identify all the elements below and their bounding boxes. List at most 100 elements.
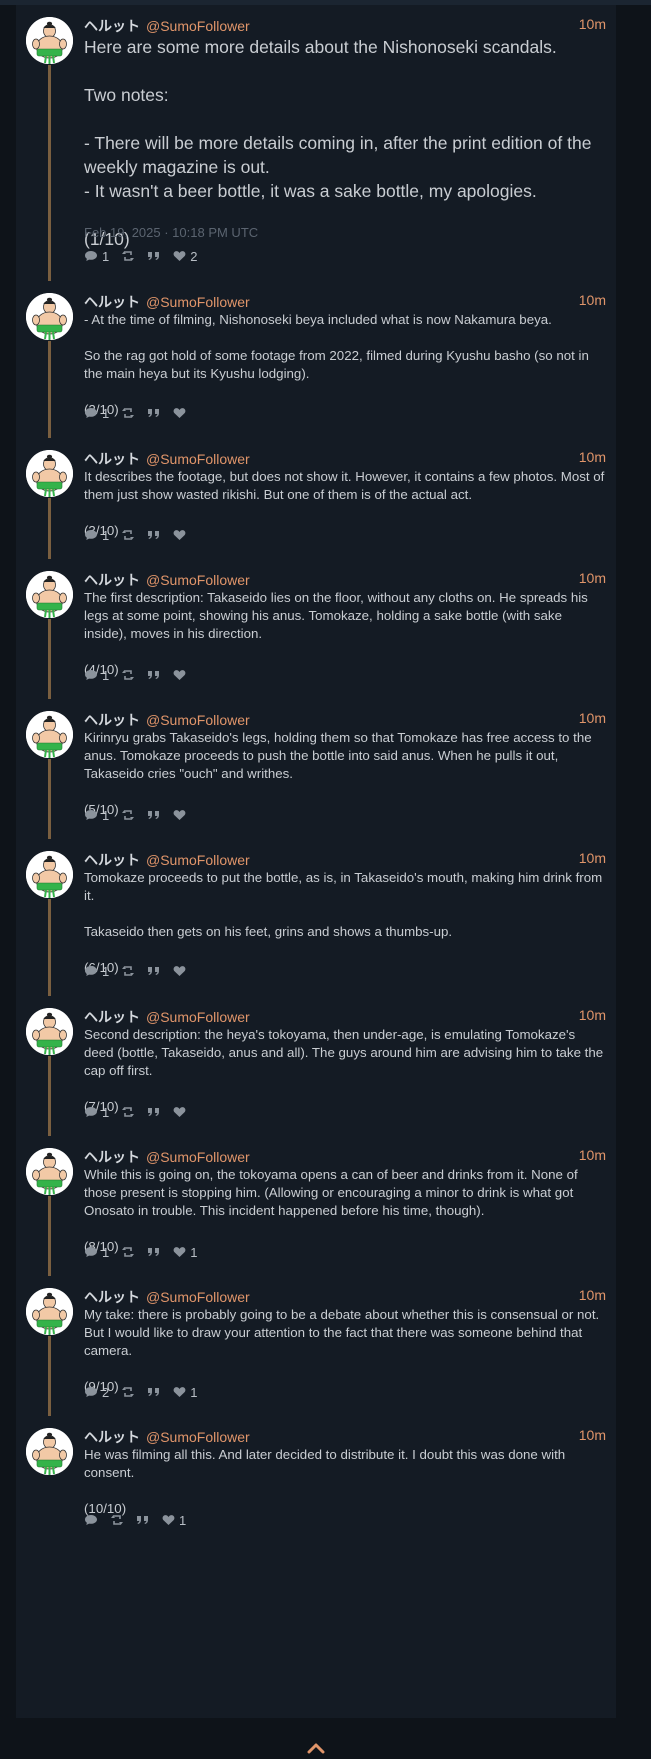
reply-button[interactable]: 1 [84,964,109,979]
heart-icon [173,407,186,419]
repost-button[interactable] [121,965,135,977]
avatar[interactable] [26,1428,73,1475]
user-handle[interactable]: @SumoFollower [146,18,250,34]
avatar[interactable] [26,711,73,758]
post-date[interactable]: Feb 19, 2025 · 10:18 PM UTC [84,225,258,240]
avatar[interactable] [26,571,73,618]
display-name[interactable]: ヘルット [84,712,140,728]
user-handle[interactable]: @SumoFollower [146,1149,250,1165]
like-button[interactable] [173,809,186,821]
thread-post[interactable]: ヘルット @SumoFollower 10m It describes the foo… [16,438,616,559]
reply-button[interactable]: 1 [84,808,109,823]
display-name[interactable]: ヘルット [84,451,140,467]
like-button[interactable]: 1 [173,1385,197,1400]
post-paragraph: So the rag got hold of some footage from… [84,348,593,381]
thread-post[interactable]: ヘルット @SumoFollower 10m My take: there is pr… [16,1276,616,1416]
quote-button[interactable] [147,1106,161,1118]
quote-icon [147,1106,161,1118]
repost-button[interactable] [110,1514,124,1526]
comment-icon [84,250,98,262]
post-time[interactable]: 10m [579,292,606,308]
like-button[interactable] [173,669,186,681]
quote-button[interactable] [147,529,161,541]
like-button[interactable] [173,1106,186,1118]
display-name[interactable]: ヘルット [84,1149,140,1165]
reply-button[interactable]: 1 [84,249,109,264]
quote-button[interactable] [147,1386,161,1398]
thread-connector-line [48,65,51,281]
thread-post[interactable]: ヘルット @SumoFollower 10m He was filming all t… [16,1416,616,1718]
quote-icon [147,407,161,419]
user-handle[interactable]: @SumoFollower [146,712,250,728]
repost-button[interactable] [121,1106,135,1118]
user-handle[interactable]: @SumoFollower [146,294,250,310]
chevron-up-icon[interactable] [306,1742,326,1754]
quote-button[interactable] [147,250,161,262]
display-name[interactable]: ヘルット [84,18,140,34]
thread-post[interactable]: ヘルット @SumoFollower 10m Kirinryu grabs Takas… [16,699,616,839]
post-time[interactable]: 10m [579,710,606,726]
like-button[interactable]: 1 [162,1513,186,1528]
repost-button[interactable] [121,250,135,262]
reply-button[interactable]: 1 [84,1105,109,1120]
post-paragraph: - At the time of filming, Nishonoseki be… [84,312,552,327]
avatar[interactable] [26,1008,73,1055]
thread-post[interactable]: ヘルット @SumoFollower 10m The first descriptio… [16,559,616,699]
thread-post[interactable]: ヘルット @SumoFollower 10m - At the time of fil… [16,281,616,438]
user-handle[interactable]: @SumoFollower [146,1429,250,1445]
post-time[interactable]: 10m [579,449,606,465]
avatar[interactable] [26,1148,73,1195]
repost-button[interactable] [121,669,135,681]
post-time[interactable]: 10m [579,1427,606,1443]
repost-button[interactable] [121,1246,135,1258]
thread-post[interactable]: ヘルット @SumoFollower 10m Tomokaze proceeds to… [16,839,616,996]
post-time[interactable]: 10m [579,570,606,586]
quote-button[interactable] [147,669,161,681]
reply-button[interactable]: 1 [84,668,109,683]
reply-button[interactable] [84,1514,98,1526]
quote-button[interactable] [147,965,161,977]
repost-button[interactable] [121,529,135,541]
avatar[interactable] [26,450,73,497]
like-button[interactable]: 2 [173,249,197,264]
user-handle[interactable]: @SumoFollower [146,1289,250,1305]
avatar[interactable] [26,17,73,64]
post-text: Second description: the heya's tokoyama,… [84,1026,606,1116]
thread-post[interactable]: ヘルット @SumoFollower 10m Second description: … [16,996,616,1136]
reply-button[interactable]: 1 [84,528,109,543]
post-time[interactable]: 10m [579,1147,606,1163]
thread-post[interactable]: ヘルット @SumoFollower 10m While this is going … [16,1136,616,1276]
repost-button[interactable] [121,407,135,419]
user-handle[interactable]: @SumoFollower [146,1009,250,1025]
user-handle[interactable]: @SumoFollower [146,572,250,588]
like-button[interactable] [173,965,186,977]
thread-post[interactable]: ヘルット @SumoFollower 10m Here are some more d… [16,5,616,281]
avatar[interactable] [26,851,73,898]
like-button[interactable] [173,529,186,541]
like-button[interactable]: 1 [173,1245,197,1260]
user-handle[interactable]: @SumoFollower [146,852,250,868]
reply-button[interactable]: 1 [84,1245,109,1260]
post-time[interactable]: 10m [579,16,606,32]
like-button[interactable] [173,407,186,419]
avatar[interactable] [26,293,73,340]
quote-button[interactable] [147,809,161,821]
display-name[interactable]: ヘルット [84,1429,140,1445]
post-time[interactable]: 10m [579,1007,606,1023]
display-name[interactable]: ヘルット [84,852,140,868]
user-handle[interactable]: @SumoFollower [146,451,250,467]
display-name[interactable]: ヘルット [84,1009,140,1025]
quote-button[interactable] [147,407,161,419]
quote-button[interactable] [147,1246,161,1258]
avatar[interactable] [26,1288,73,1335]
repost-button[interactable] [121,1386,135,1398]
post-time[interactable]: 10m [579,1287,606,1303]
quote-button[interactable] [136,1514,150,1526]
reply-button[interactable]: 2 [84,1385,109,1400]
post-time[interactable]: 10m [579,850,606,866]
display-name[interactable]: ヘルット [84,294,140,310]
repost-button[interactable] [121,809,135,821]
reply-button[interactable]: 1 [84,406,109,421]
display-name[interactable]: ヘルット [84,572,140,588]
display-name[interactable]: ヘルット [84,1289,140,1305]
